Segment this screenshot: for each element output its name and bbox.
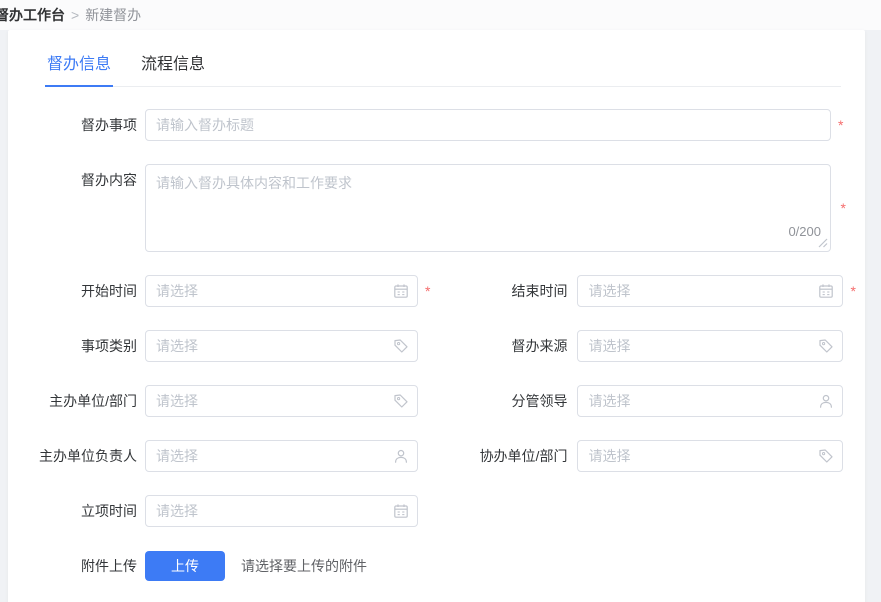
tag-icon[interactable] [393,393,409,409]
row-category-source: 事项类别 * 督办来源 [8,330,865,362]
row-time-range: 开始时间 * 结束时间 * [8,275,865,307]
required-mark: * [841,200,846,216]
upload-hint: 请选择要上传的附件 [241,551,367,581]
user-icon[interactable] [818,393,834,409]
host-unit-head-control [145,440,418,472]
calendar-icon[interactable] [393,503,409,519]
project-time-input[interactable] [145,495,418,527]
tab-process-info[interactable]: 流程信息 [139,50,207,86]
tab-bar: 督办信息 流程信息 [45,50,841,87]
end-time-control [577,275,843,307]
breadcrumb-bar: 督办工作台 > 新建督办 [0,0,881,30]
supervise-item-label: 督办事项 [38,109,137,141]
leader-in-charge-control [577,385,843,417]
row-supervise-item: 督办事项 * [8,109,865,141]
new-supervision-page: 督办工作台 > 新建督办 督办信息 流程信息 督办事项 * 督办内容 [0,0,881,602]
start-time-label: 开始时间 [38,275,137,307]
user-icon[interactable] [393,448,409,464]
co-unit-label: 协办单位/部门 [430,440,567,472]
attachment-upload-label: 附件上传 [38,550,137,582]
supervise-source-label: 督办来源 [430,330,567,362]
item-category-control [145,330,418,362]
breadcrumb-parent[interactable]: 督办工作台 [0,5,65,25]
calendar-icon[interactable] [818,283,834,299]
host-unit-label: 主办单位/部门 [38,385,137,417]
row-project-time: 立项时间 [8,495,865,527]
host-unit-select[interactable] [145,385,418,417]
breadcrumb-current: 新建督办 [85,5,141,25]
leader-in-charge-label: 分管领导 [430,385,567,417]
start-time-control [145,275,418,307]
tag-icon[interactable] [818,448,834,464]
supervise-content-control: 0/200 * [145,164,831,252]
project-time-control [145,495,418,527]
host-unit-head-select[interactable] [145,440,418,472]
upload-button[interactable]: 上传 [145,551,225,581]
supervise-content-textarea[interactable] [145,164,831,252]
item-category-select[interactable] [145,330,418,362]
host-unit-head-label: 主办单位负责人 [38,440,137,472]
supervise-content-label: 督办内容 [38,164,137,196]
supervise-item-control [145,109,831,141]
project-time-label: 立项时间 [38,495,137,527]
co-unit-control [577,440,843,472]
row-attachment-upload: 附件上传 上传 请选择要上传的附件 [8,550,865,582]
tag-icon[interactable] [818,338,834,354]
end-time-label: 结束时间 [430,275,567,307]
required-mark: * [850,275,855,307]
row-supervise-content: 督办内容 0/200 * [8,164,865,252]
co-unit-select[interactable] [577,440,843,472]
start-time-input[interactable] [145,275,418,307]
required-mark: * [838,109,843,141]
tag-icon[interactable] [393,338,409,354]
host-unit-control [145,385,418,417]
row-head-counit: 主办单位负责人 * 协办单位/部门 [8,440,865,472]
breadcrumb-separator-icon: > [71,7,79,23]
leader-in-charge-select[interactable] [577,385,843,417]
end-time-input[interactable] [577,275,843,307]
supervise-source-control [577,330,843,362]
tab-supervision-info[interactable]: 督办信息 [45,50,113,86]
form-card: 督办信息 流程信息 督办事项 * 督办内容 0/200 * [8,30,865,602]
resize-handle[interactable] [818,238,828,248]
row-host-leader: 主办单位/部门 * 分管领导 [8,385,865,417]
breadcrumb: 督办工作台 > 新建督办 [0,5,141,25]
supervise-source-select[interactable] [577,330,843,362]
item-category-label: 事项类别 [38,330,137,362]
supervise-item-input[interactable] [145,109,831,141]
supervision-form: 督办事项 * 督办内容 0/200 * 开始时间 [8,109,865,582]
calendar-icon[interactable] [393,283,409,299]
